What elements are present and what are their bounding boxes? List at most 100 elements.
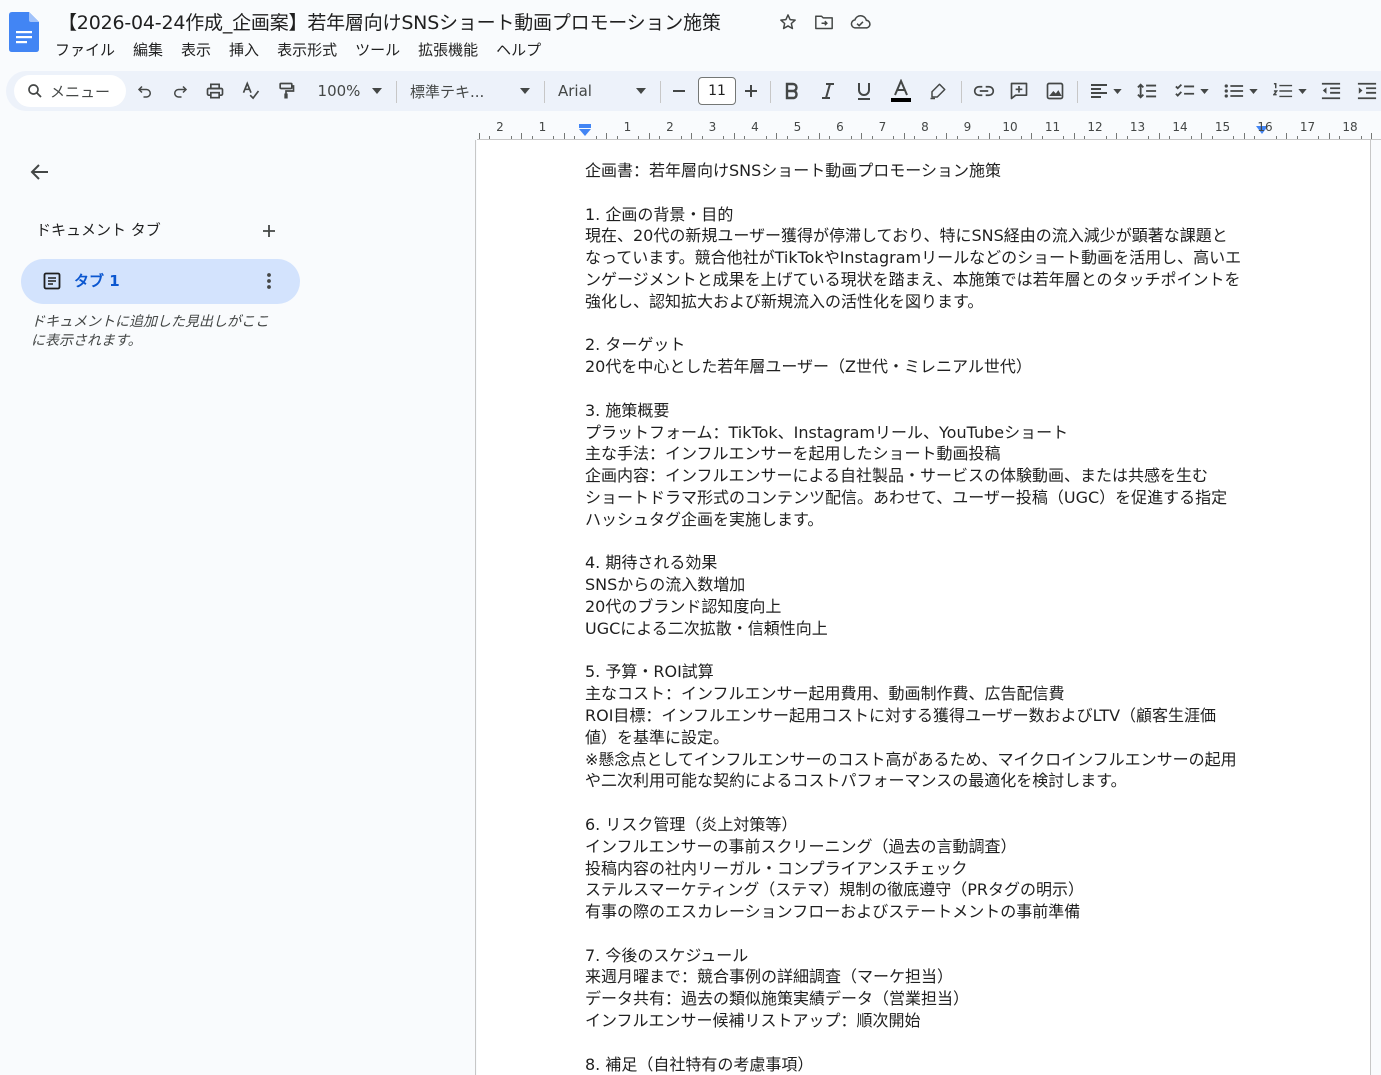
body-line: 企画内容：インフルエンサーによる自社製品・サービスの体験動画、または共感を生む xyxy=(585,466,1209,486)
ruler-number: 6 xyxy=(836,120,844,134)
ruler-tick xyxy=(648,133,650,139)
print-icon[interactable] xyxy=(203,77,227,105)
menu-extensions[interactable]: 拡張機能 xyxy=(409,38,487,60)
body-line: 有事の際のエスカレーションフローおよびステートメントの事前準備 xyxy=(585,902,1081,922)
increase-font-size-icon[interactable] xyxy=(740,77,762,105)
body-line: SNSからの流入数増加 xyxy=(585,575,746,595)
dropdown-arrow-icon xyxy=(520,88,530,94)
ruler-tick xyxy=(1084,136,1086,139)
highlight-color-icon[interactable] xyxy=(926,77,950,105)
decrease-font-size-icon[interactable] xyxy=(668,77,690,105)
menu-insert[interactable]: 挿入 xyxy=(220,38,268,60)
back-arrow-icon[interactable] xyxy=(28,160,52,184)
ruler-number: 11 xyxy=(1044,120,1061,134)
ruler-number: 4 xyxy=(751,120,759,134)
ruler-tick xyxy=(914,136,916,139)
search-icon xyxy=(28,84,42,98)
body-line: ンゲージメントと成果を上げている現状を踏まえ、本施策では若年層とのタッチポイント… xyxy=(585,269,1241,289)
ruler-tick xyxy=(850,136,852,139)
menu-view[interactable]: 表示 xyxy=(172,38,220,60)
body-line: や二次利用可能な契約によるコストパフォーマンスの最適化を検討します。 xyxy=(585,771,1127,791)
insert-image-icon[interactable] xyxy=(1042,77,1068,105)
ruler-tick xyxy=(1286,133,1288,139)
ruler-tick xyxy=(1041,136,1043,139)
outline-empty-hint: ドキュメントに追加した見出しがここに表示されます。 xyxy=(31,314,269,349)
increase-indent-icon[interactable] xyxy=(1354,77,1380,105)
document-body[interactable]: 企画書：若年層向けSNSショート動画プロモーション施策 1. 企画の背景・目的現… xyxy=(585,160,1275,1075)
ruler-tick xyxy=(956,136,958,139)
ruler-tick xyxy=(1243,133,1245,139)
body-line: ショートドラマ形式のコンテンツ配信。あわせて、ユーザー投稿（UGC）を促進する指… xyxy=(585,487,1228,507)
line-spacing-icon[interactable] xyxy=(1134,77,1160,105)
ruler-tick xyxy=(521,133,523,139)
insert-link-icon[interactable] xyxy=(971,77,997,105)
ruler-tick xyxy=(871,136,873,139)
ruler-tick xyxy=(1031,133,1033,139)
document-page[interactable]: 企画書：若年層向けSNSショート動画プロモーション施策 1. 企画の背景・目的現… xyxy=(477,140,1371,1075)
ruler-tick xyxy=(999,136,1001,139)
ruler-tick xyxy=(1296,136,1298,139)
text-color-icon[interactable] xyxy=(888,77,914,105)
cloud-saved-icon[interactable] xyxy=(848,11,872,33)
add-comment-icon[interactable] xyxy=(1006,77,1032,105)
font-family-value: Arial xyxy=(558,82,592,100)
ruler-number: 1 xyxy=(623,120,632,134)
numbered-list-menu[interactable] xyxy=(1270,77,1310,105)
align-menu[interactable] xyxy=(1086,77,1126,105)
move-folder-icon[interactable] xyxy=(812,11,836,33)
zoom-select[interactable]: 100% xyxy=(312,77,388,105)
body-line: 来週月曜まで：競合事例の詳細調査（マーケ担当） xyxy=(585,967,954,987)
more-options-icon[interactable] xyxy=(261,271,277,291)
menu-format[interactable]: 表示形式 xyxy=(268,38,346,60)
body-line: UGCによる二次拡散・信頼性向上 xyxy=(585,618,828,638)
redo-icon[interactable] xyxy=(168,77,192,105)
menu-search-box[interactable]: メニュー xyxy=(14,75,126,107)
body-line: 主な手法：インフルエンサーを起用したショート動画投稿 xyxy=(585,444,1001,464)
spellcheck-icon[interactable] xyxy=(239,77,263,105)
dropdown-arrow-icon xyxy=(1200,88,1209,94)
undo-icon[interactable] xyxy=(133,77,157,105)
bold-icon[interactable] xyxy=(780,77,804,105)
document-tabs-sidebar: ドキュメント タブ タブ 1 ドキュメントに追加した見出しがここに表示されます。 xyxy=(0,140,476,1075)
ruler-number: 2 xyxy=(496,120,504,134)
ruler-tick xyxy=(1318,136,1320,139)
document-title[interactable]: 【2026-04-24作成_企画案】若年層向けSNSショート動画プロモーション施… xyxy=(58,8,721,35)
font-family-select[interactable]: Arial xyxy=(558,77,646,105)
docs-logo-icon[interactable] xyxy=(9,12,39,52)
menu-edit[interactable]: 編集 xyxy=(124,38,172,60)
bulleted-list-menu[interactable] xyxy=(1221,77,1261,105)
ruler-tick xyxy=(1360,136,1362,139)
tab-item-1[interactable]: タブ 1 xyxy=(21,259,300,304)
ruler-tick xyxy=(489,136,491,139)
decrease-indent-icon[interactable] xyxy=(1318,77,1344,105)
paragraph-style-select[interactable]: 標準テキ... xyxy=(410,77,530,105)
ruler-tick xyxy=(1148,136,1150,139)
underline-icon[interactable] xyxy=(852,77,876,105)
menu-help[interactable]: ヘルプ xyxy=(487,38,550,60)
ruler-tick xyxy=(510,136,512,139)
align-left-icon xyxy=(1091,84,1107,98)
document-tabs-heading: ドキュメント タブ xyxy=(36,221,161,239)
menu-tools[interactable]: ツール xyxy=(346,38,409,60)
italic-icon[interactable] xyxy=(816,77,840,105)
ruler-number: 3 xyxy=(708,120,717,134)
toolbar-divider xyxy=(770,81,771,103)
body-line: 企画書：若年層向けSNSショート動画プロモーション施策 xyxy=(585,161,1001,180)
ruler-tick xyxy=(1190,136,1192,139)
body-line: 4. 期待される効果 xyxy=(585,553,718,573)
checklist-menu[interactable] xyxy=(1172,77,1212,105)
menu-file[interactable]: ファイル xyxy=(46,38,124,60)
toolbar-divider xyxy=(396,81,397,103)
paint-format-icon[interactable] xyxy=(274,77,298,105)
star-icon[interactable] xyxy=(776,11,800,33)
ruler-tick xyxy=(903,133,905,139)
horizontal-ruler[interactable]: 2 1 1 2 3 4 5 6 7 8 9 10 11 12 13 14 15 16 17 18 xyxy=(477,116,1381,140)
left-indent-marker-icon[interactable] xyxy=(578,124,592,138)
add-tab-icon[interactable] xyxy=(258,220,282,242)
font-size-input[interactable]: 11 xyxy=(698,77,736,105)
ruler-tick xyxy=(478,133,480,139)
ruler-tick xyxy=(1126,136,1128,139)
ruler-number: 8 xyxy=(921,120,929,134)
